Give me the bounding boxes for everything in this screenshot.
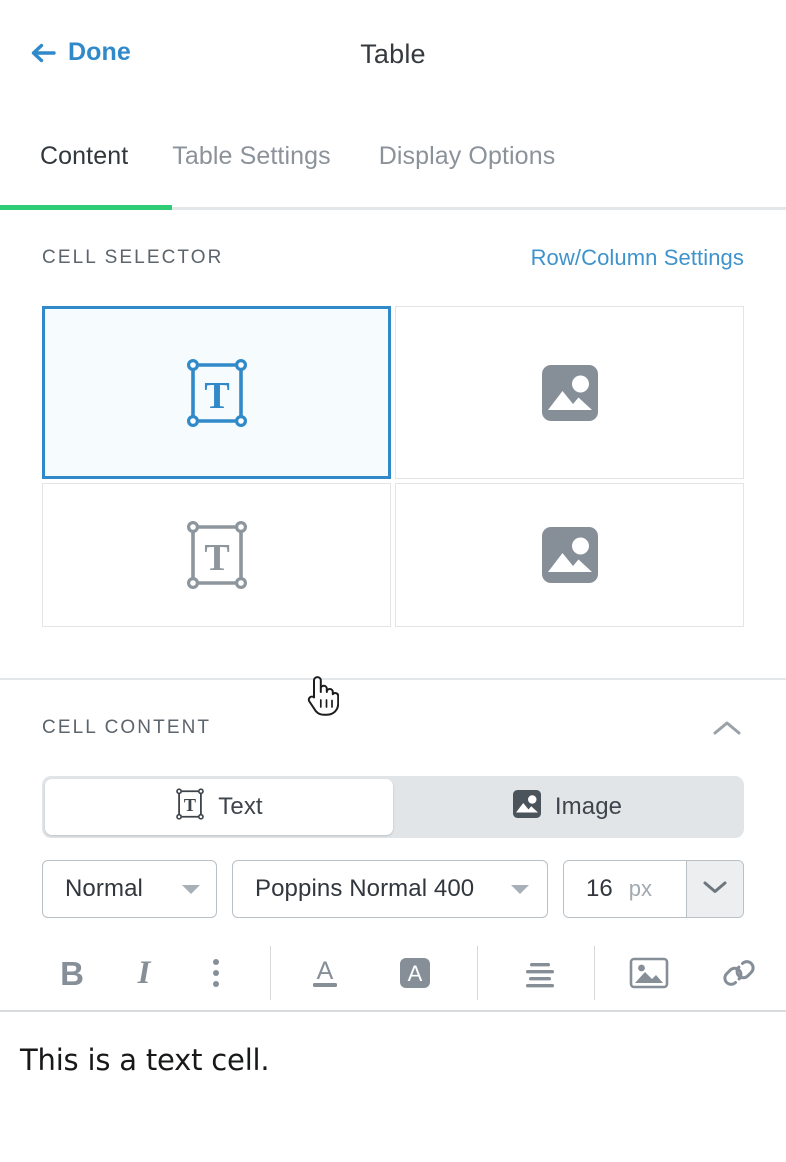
- cell-text-editor[interactable]: This is a text cell.: [0, 1012, 786, 1162]
- chevron-up-icon[interactable]: [710, 711, 744, 745]
- highlight-color-icon[interactable]: A: [387, 945, 443, 1001]
- bold-icon[interactable]: B: [44, 945, 100, 1001]
- font-family-select[interactable]: Poppins Normal 400: [232, 860, 548, 918]
- font-size-value: 16: [586, 875, 613, 902]
- text-format-controls: Normal Poppins Normal 400 16 px: [42, 860, 744, 918]
- cell-content-section: CELL CONTENT T Text Image Normal Poppins…: [0, 680, 786, 1010]
- cell-selector-header: CELL SELECTOR Row/Column Settings: [42, 210, 744, 306]
- insert-link-icon[interactable]: [711, 945, 767, 1001]
- text-cell-icon: T: [184, 518, 250, 592]
- cell-content-title: CELL CONTENT: [42, 717, 212, 738]
- font-size-dropdown-button[interactable]: [686, 861, 743, 917]
- rich-text-toolbar: B I A A: [42, 936, 755, 1010]
- tab-content-label: Content: [40, 142, 129, 170]
- cell-selector-item-image-2[interactable]: [395, 483, 744, 627]
- image-cell-icon: [540, 525, 600, 585]
- more-options-icon[interactable]: [188, 945, 244, 1001]
- vertical-dots-glyph: [213, 959, 219, 987]
- tab-display-options[interactable]: Display Options: [379, 118, 556, 207]
- page-title: Table: [360, 39, 426, 69]
- font-size-input[interactable]: 16 px: [564, 861, 686, 917]
- insert-image-icon[interactable]: [621, 945, 677, 1001]
- svg-text:T: T: [204, 537, 229, 579]
- tab-table-settings-label: Table Settings: [172, 142, 331, 170]
- align-icon[interactable]: [512, 945, 568, 1001]
- text-cell-icon: T: [175, 787, 205, 828]
- svg-text:A: A: [317, 957, 334, 985]
- tab-display-options-label: Display Options: [378, 142, 556, 170]
- image-cell-icon: [512, 789, 542, 826]
- cell-selector-item-text-2[interactable]: T: [42, 483, 391, 627]
- image-cell-icon: [540, 363, 600, 423]
- cell-selector-item-text-1[interactable]: T: [42, 306, 391, 479]
- toggle-option-image-label: Image: [554, 793, 623, 820]
- font-size-stepper: 16 px: [563, 860, 744, 918]
- row-column-settings-link[interactable]: Row/Column Settings: [531, 245, 744, 271]
- cell-grid: T T: [42, 306, 744, 627]
- text-color-icon[interactable]: A: [297, 945, 353, 1001]
- paragraph-style-select[interactable]: Normal: [42, 860, 217, 918]
- cell-content-header: CELL CONTENT: [42, 680, 744, 776]
- svg-text:A: A: [408, 961, 423, 986]
- toolbar-divider: [594, 946, 595, 1000]
- panel-header: Done Table: [0, 0, 786, 118]
- text-cell-icon: T: [184, 356, 250, 430]
- toggle-option-text[interactable]: T Text: [45, 779, 393, 835]
- tab-content[interactable]: Content: [0, 118, 173, 210]
- tab-bar: Content Table Settings Display Options: [0, 118, 786, 210]
- table-editor-panel: Done Table Content Table Settings Displa…: [0, 0, 786, 1162]
- toggle-option-image[interactable]: Image: [393, 779, 741, 835]
- cell-selector-title: CELL SELECTOR: [42, 247, 224, 268]
- cell-selector-section: CELL SELECTOR Row/Column Settings T T: [0, 210, 786, 716]
- font-family-value: Poppins Normal 400: [255, 875, 475, 902]
- toolbar-divider: [477, 946, 478, 1000]
- tab-table-settings[interactable]: Table Settings: [172, 118, 378, 207]
- font-size-unit: px: [628, 876, 652, 901]
- chevron-down-icon: [182, 884, 200, 894]
- cell-content-type-toggle: T Text Image: [42, 776, 744, 838]
- toolbar-divider: [270, 946, 271, 1000]
- svg-text:T: T: [204, 375, 229, 417]
- chevron-down-icon: [511, 884, 529, 894]
- italic-icon[interactable]: I: [116, 945, 172, 1001]
- toggle-option-text-label: Text: [218, 793, 263, 820]
- cell-selector-item-image-1[interactable]: [395, 306, 744, 479]
- paragraph-style-value: Normal: [65, 875, 143, 902]
- svg-text:T: T: [184, 794, 196, 814]
- chevron-down-icon: [702, 879, 728, 900]
- italic-glyph: I: [137, 954, 151, 991]
- bold-glyph: B: [60, 954, 84, 992]
- cell-text-editor-content: This is a text cell.: [20, 1043, 270, 1077]
